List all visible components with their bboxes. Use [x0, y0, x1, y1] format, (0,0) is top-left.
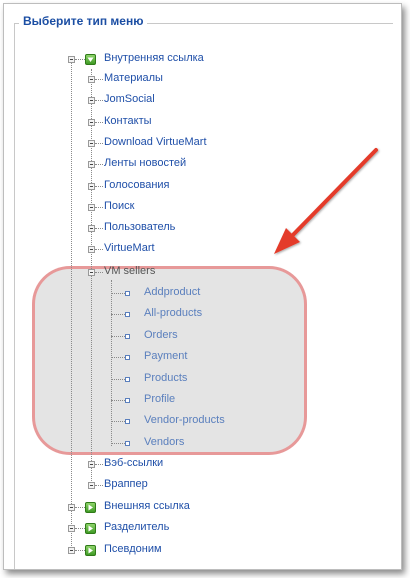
menu-type-panel: Выберите тип меню Внутренняя ссылка VM s…: [3, 3, 402, 570]
red-arrow-annotation: [274, 148, 378, 254]
